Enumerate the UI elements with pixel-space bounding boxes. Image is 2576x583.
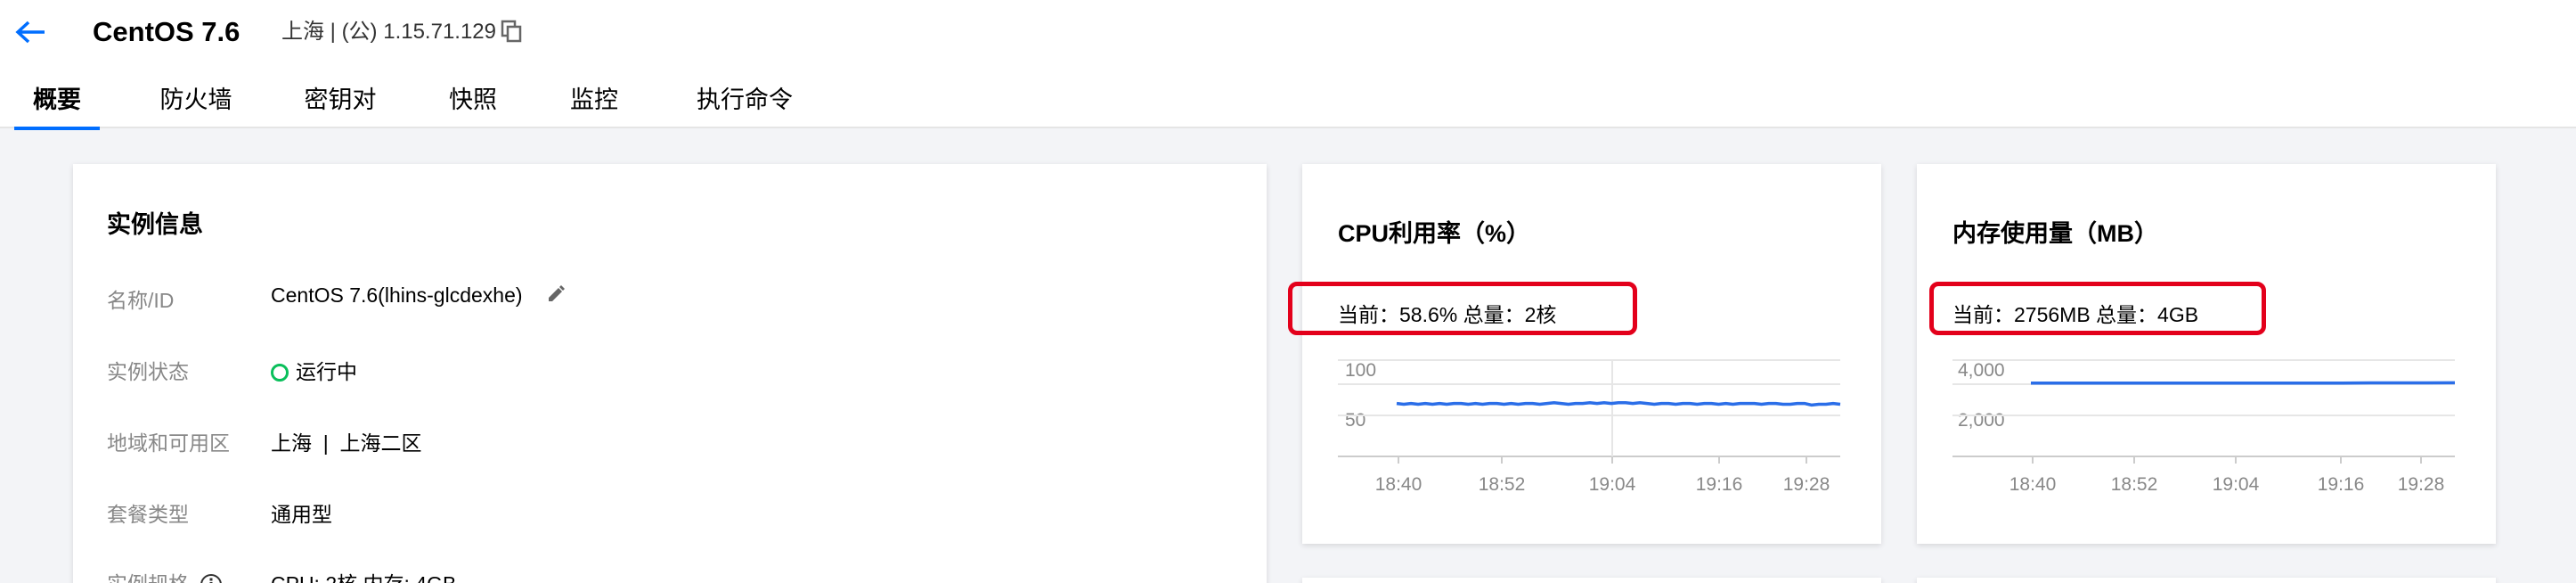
memory-usage-card[interactable]: 内存使用量（MB） 当前：2756MB 总量：4GB 4,000 2,000 1… [1917,164,2496,544]
spec-value: CPU: 2核 内存: 4GB [271,567,456,583]
plan-type-label: 套餐类型 [107,503,189,526]
cpu-usage-card[interactable]: CPU利用率（%） 当前：58.6% 总量：2核 100 50 18:40 18… [1288,164,1881,544]
cpu-x-tick-5: 19:28 [1782,474,1830,495]
info-icon[interactable] [200,573,223,583]
memory-x-tick-3: 19:04 [2212,474,2260,495]
tab-keypair[interactable]: 密钥对 [296,78,385,128]
tab-overview[interactable]: 概要 [14,78,100,130]
page-title: CentOS 7.6 [93,16,240,47]
running-status-icon [271,364,289,382]
tab-snapshot[interactable]: 快照 [442,78,504,128]
memory-x-tick-4: 19:16 [2317,474,2365,495]
status-value: 运行中 [271,355,357,385]
header-bar: CentOS 7.6 上海 | (公) 1.15.71.129 概要 防火墙 密… [0,0,2576,130]
memory-x-tick-5: 19:28 [2397,474,2445,495]
memory-x-tick-1: 18:40 [2009,474,2057,495]
cpu-x-tick-1: 18:40 [1374,474,1423,495]
tab-monitor[interactable]: 监控 [563,78,625,128]
cpu-x-tick-4: 19:16 [1695,474,1743,495]
name-id-value: CentOS 7.6(lhins-glcdexhe) [271,283,523,307]
cpu-series-line [1396,400,1841,407]
name-id-label: 名称/ID [107,289,175,312]
region-zone-label: 地域和可用区 [107,431,230,455]
active-tab-indicator [14,127,100,130]
status-text: 运行中 [296,360,357,383]
back-arrow-icon[interactable] [12,14,48,50]
spec-label: 实例规格 [107,567,223,583]
tab-run-command[interactable]: 执行命令 [684,78,805,128]
copy-icon[interactable] [501,20,522,43]
plan-type-value: 通用型 [271,503,332,526]
status-label: 实例状态 [107,360,189,383]
cpu-card-below [1302,578,1881,583]
instance-info-title: 实例信息 [107,211,203,238]
cpu-x-tick-2: 18:52 [1478,474,1526,495]
memory-card-below [1917,578,2496,583]
instance-info-card: 实例信息 名称/ID CentOS 7.6(lhins-glcdexhe) 实例… [73,164,1267,583]
tab-firewall[interactable]: 防火墙 [151,78,240,128]
edit-name-icon[interactable] [545,283,567,305]
region-ip-label: 上海 | (公) 1.15.71.129 [281,20,497,44]
cpu-x-tick-3: 19:04 [1588,474,1636,495]
memory-x-tick-2: 18:52 [2110,474,2158,495]
region-zone-value: 上海 | 上海二区 [271,431,422,455]
